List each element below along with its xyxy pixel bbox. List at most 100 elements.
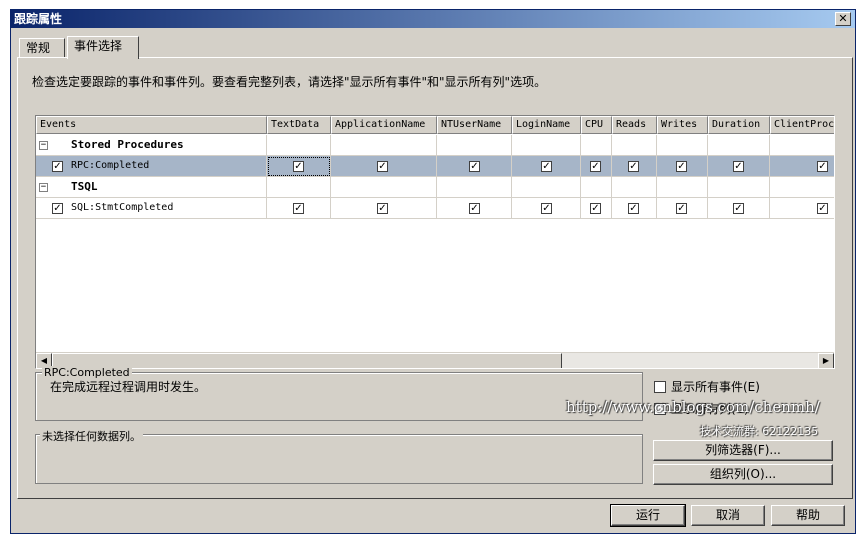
table-row-sql-stmtcompleted[interactable]: ✓ SQL:StmtCompleted ✓ ✓ ✓ ✓ ✓ ✓ ✓ ✓ ✓ <box>36 198 834 219</box>
column-header-writes[interactable]: Writes <box>657 116 708 134</box>
column-checkbox[interactable]: ✓ <box>817 203 828 214</box>
event-checkbox[interactable]: ✓ <box>52 203 63 214</box>
empty-cell <box>612 135 657 156</box>
group-cell: − TSQL <box>36 177 267 198</box>
column-checkbox[interactable]: ✓ <box>293 161 304 172</box>
column-checkbox[interactable]: ✓ <box>293 203 304 214</box>
show-all-events-checkbox[interactable]: 显示所有事件(E) <box>654 378 760 395</box>
events-grid[interactable]: Events TextData ApplicationName NTUserNa… <box>35 115 835 369</box>
group-label: Stored Procedures <box>71 138 184 151</box>
empty-cell <box>512 135 581 156</box>
column-checkbox[interactable]: ✓ <box>733 161 744 172</box>
column-header-clientproc[interactable]: ClientProc <box>770 116 834 134</box>
checkbox-box[interactable] <box>654 381 666 393</box>
close-icon[interactable]: ✕ <box>835 12 851 26</box>
cell-ntusername: ✓ <box>437 156 512 177</box>
column-checkbox[interactable]: ✓ <box>733 203 744 214</box>
organize-columns-button[interactable]: 组织列(O)... <box>653 464 833 485</box>
title-bar[interactable]: 跟踪属性 ✕ <box>11 10 855 28</box>
watermark-url: http://www.cnblogs.com/chenmh/ <box>566 398 820 416</box>
horizontal-scrollbar[interactable]: ◀ ▶ <box>36 352 834 368</box>
cell-duration: ✓ <box>708 156 770 177</box>
cell-cpu: ✓ <box>581 156 612 177</box>
cell-textdata: ✓ <box>267 198 331 219</box>
empty-cell <box>770 177 834 198</box>
cell-loginname: ✓ <box>512 198 581 219</box>
cell-ntusername: ✓ <box>437 198 512 219</box>
cell-writes: ✓ <box>657 156 708 177</box>
event-cell: ✓ SQL:StmtCompleted <box>36 198 267 219</box>
empty-cell <box>437 177 512 198</box>
column-checkbox[interactable]: ✓ <box>541 203 552 214</box>
event-cell: ✓ RPC:Completed <box>36 156 267 177</box>
cell-writes: ✓ <box>657 198 708 219</box>
group-row-tsql: − TSQL <box>36 177 834 198</box>
tab-events-selection[interactable]: 事件选择 <box>67 36 139 59</box>
cell-cpu: ✓ <box>581 198 612 219</box>
table-row-rpc-completed[interactable]: ✓ RPC:Completed ✓ ✓ ✓ ✓ ✓ ✓ ✓ ✓ ✓ <box>36 156 834 177</box>
column-checkbox[interactable]: ✓ <box>469 161 480 172</box>
column-checkbox[interactable]: ✓ <box>590 203 601 214</box>
help-button[interactable]: 帮助 <box>771 505 845 526</box>
empty-cell <box>612 177 657 198</box>
run-button[interactable]: 运行 <box>610 504 686 527</box>
column-header-loginname[interactable]: LoginName <box>512 116 581 134</box>
trace-properties-window: 跟踪属性 ✕ 常规 事件选择 检查选定要跟踪的事件和事件列。要查看完整列表，请选… <box>10 9 856 534</box>
cancel-button[interactable]: 取消 <box>691 505 765 526</box>
event-description-text: 在完成远程过程调用时发生。 <box>50 380 207 394</box>
empty-cell <box>512 177 581 198</box>
event-checkbox[interactable]: ✓ <box>52 161 63 172</box>
event-description-box: RPC:Completed 在完成远程过程调用时发生。 <box>35 366 643 421</box>
empty-cell <box>331 177 437 198</box>
cell-applicationname: ✓ <box>331 198 437 219</box>
column-checkbox[interactable]: ✓ <box>676 161 687 172</box>
empty-cell <box>437 135 512 156</box>
column-header-duration[interactable]: Duration <box>708 116 770 134</box>
cell-clientproc: ✓ <box>770 156 834 177</box>
column-checkbox[interactable]: ✓ <box>377 203 388 214</box>
empty-cell <box>267 135 331 156</box>
column-checkbox[interactable]: ✓ <box>817 161 828 172</box>
group-label: TSQL <box>71 180 98 193</box>
column-checkbox[interactable]: ✓ <box>628 203 639 214</box>
column-header-reads[interactable]: Reads <box>612 116 657 134</box>
empty-cell <box>770 135 834 156</box>
cell-applicationname: ✓ <box>331 156 437 177</box>
grid-header: Events TextData ApplicationName NTUserNa… <box>36 116 834 134</box>
cell-reads: ✓ <box>612 198 657 219</box>
column-checkbox[interactable]: ✓ <box>469 203 480 214</box>
cell-reads: ✓ <box>612 156 657 177</box>
instructions-text: 检查选定要跟踪的事件和事件列。要查看完整列表，请选择"显示所有事件"和"显示所有… <box>32 75 547 89</box>
collapse-icon[interactable]: − <box>39 183 48 192</box>
group-cell: − Stored Procedures <box>36 135 267 156</box>
cell-clientproc: ✓ <box>770 198 834 219</box>
column-header-applicationname[interactable]: ApplicationName <box>331 116 437 134</box>
column-description-box: 未选择任何数据列。 <box>35 428 643 484</box>
column-header-events[interactable]: Events <box>36 116 267 134</box>
cell-textdata: ✓ <box>267 156 331 177</box>
column-filters-button[interactable]: 列筛选器(F)... <box>653 440 833 461</box>
column-checkbox[interactable]: ✓ <box>628 161 639 172</box>
column-description-title: 未选择任何数据列。 <box>40 428 143 444</box>
column-checkbox[interactable]: ✓ <box>590 161 601 172</box>
column-checkbox[interactable]: ✓ <box>676 203 687 214</box>
column-header-cpu[interactable]: CPU <box>581 116 612 134</box>
group-row-stored-procedures: − Stored Procedures <box>36 135 834 156</box>
collapse-icon[interactable]: − <box>39 141 48 150</box>
window-title: 跟踪属性 <box>14 12 63 26</box>
column-header-ntusername[interactable]: NTUserName <box>437 116 512 134</box>
empty-cell <box>657 135 708 156</box>
empty-cell <box>657 177 708 198</box>
empty-cell <box>331 135 437 156</box>
empty-cell <box>708 135 770 156</box>
watermark-group: 技术交流群: 62122135 <box>700 425 819 438</box>
column-header-textdata[interactable]: TextData <box>267 116 331 134</box>
empty-cell <box>581 177 612 198</box>
tab-general[interactable]: 常规 <box>19 38 65 58</box>
cell-loginname: ✓ <box>512 156 581 177</box>
column-checkbox[interactable]: ✓ <box>541 161 552 172</box>
column-checkbox[interactable]: ✓ <box>377 161 388 172</box>
empty-cell <box>581 135 612 156</box>
empty-cell <box>708 177 770 198</box>
scroll-right-icon[interactable]: ▶ <box>818 353 834 368</box>
